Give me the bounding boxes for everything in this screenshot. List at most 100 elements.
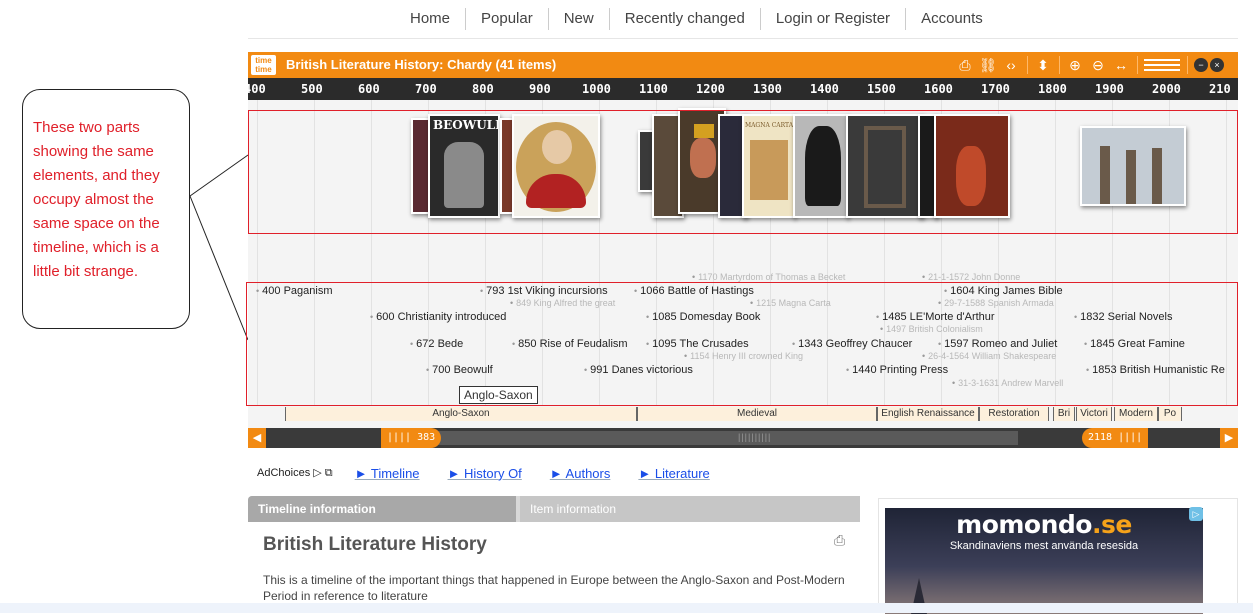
era-victorian[interactable]: Victori — [1076, 407, 1112, 421]
timeline-event[interactable]: • 31-3-1631 Andrew Marvell — [952, 378, 1063, 388]
nav-login-register[interactable]: Login or Register — [761, 8, 907, 30]
scroll-left-icon[interactable]: ◀ — [248, 428, 266, 448]
era-bri[interactable]: Bri — [1053, 407, 1075, 421]
timeline-event[interactable]: • 29-7-1588 Spanish Armada — [938, 298, 1054, 308]
timeline-event[interactable]: • 850 Rise of Feudalism — [512, 338, 628, 350]
year-tick: 800 — [472, 82, 494, 96]
timeline-event[interactable]: • 700 Beowulf — [426, 364, 493, 376]
timeline-heading: British Literature History — [263, 534, 487, 555]
close-icon[interactable]: × — [1210, 58, 1224, 72]
timeline-header: time time British Literature History: Cha… — [248, 52, 1238, 78]
timeline-event[interactable]: • 1095 The Crusades — [646, 338, 749, 350]
year-tick: 1000 — [582, 82, 611, 96]
timeline-event[interactable]: • 793 1st Viking incursions — [480, 285, 608, 297]
era-anglo-saxon[interactable]: Anglo-Saxon — [285, 407, 637, 421]
era-medieval[interactable]: Medieval — [637, 407, 877, 421]
timeline-event[interactable]: • 400 Paganism — [256, 285, 332, 297]
scroll-right-icon[interactable]: ▶ — [1220, 428, 1238, 448]
year-tick: 1700 — [981, 82, 1010, 96]
timeline-event[interactable]: • 1853 British Humanistic Re — [1086, 364, 1225, 376]
navigator-start-handle[interactable]: |||| 383 — [381, 428, 442, 448]
expand-vertical-icon[interactable]: ⬍ — [1034, 57, 1052, 74]
navigator-track[interactable]: |||||||||| — [438, 431, 1018, 445]
link-authors[interactable]: ► Authors — [550, 466, 611, 481]
nav-recently-changed[interactable]: Recently changed — [610, 8, 761, 30]
print-icon[interactable]: ⎙ — [834, 532, 845, 549]
timeline-event[interactable]: • 1440 Printing Press — [846, 364, 948, 376]
link-literature[interactable]: ► Literature — [638, 466, 709, 481]
nav-home[interactable]: Home — [395, 8, 467, 30]
era-postmodern[interactable]: Po — [1158, 407, 1182, 421]
era-modern[interactable]: Modern — [1114, 407, 1158, 421]
zoom-out-icon[interactable]: ⊖ — [1089, 57, 1107, 74]
statue — [1126, 150, 1136, 204]
nav-popular[interactable]: Popular — [466, 8, 549, 30]
timeline-event[interactable]: • 1497 British Colonialism — [880, 324, 983, 334]
timeline-title: British Literature History: Chardy (41 i… — [286, 57, 557, 72]
timeline-navigator[interactable]: ◀ |||||||||| |||| 383 2118 |||| ▶ — [248, 428, 1238, 448]
year-tick: 900 — [529, 82, 551, 96]
timeline-event[interactable]: • 1343 Geoffrey Chaucer — [792, 338, 912, 350]
year-scale[interactable]: 400 500 600 700 800 900 1000 1100 1200 1… — [248, 78, 1238, 100]
timeline-event[interactable]: • 849 King Alfred the great — [510, 298, 615, 308]
timeline-event[interactable]: • 1170 Martyrdom of Thomas a Becket — [692, 272, 845, 282]
king-alfred-thumbnail[interactable] — [512, 114, 600, 218]
timeline-event[interactable]: • 672 Bede — [410, 338, 463, 350]
year-tick: 1200 — [696, 82, 725, 96]
gridline — [257, 100, 258, 406]
beowulf-thumbnail[interactable]: BEOWULF — [428, 114, 504, 218]
era-tooltip: Anglo-Saxon — [459, 386, 538, 404]
timeline-body[interactable]: BEOWULF MAGNA CARTA • 400 Paganism • 793… — [248, 100, 1238, 406]
advertisement[interactable]: momondo.se Skandinaviens mest använda re… — [878, 498, 1238, 614]
famine-memorial-thumbnail[interactable] — [1080, 126, 1186, 206]
timeline-event[interactable]: • 1845 Great Famine — [1084, 338, 1185, 350]
tab-timeline-information[interactable]: Timeline information — [248, 496, 516, 522]
year-tick: 2000 — [1152, 82, 1181, 96]
magna-carta-thumbnail[interactable]: MAGNA CARTA — [742, 114, 796, 218]
ad-banner[interactable]: momondo.se Skandinaviens mest använda re… — [885, 508, 1203, 614]
minimize-icon[interactable]: − — [1194, 58, 1208, 72]
timeline-event[interactable]: • 1485 LE'Morte d'Arthur — [876, 311, 995, 323]
timeline-event[interactable]: • 600 Christianity introduced — [370, 311, 506, 323]
era-english-renaissance[interactable]: English Renaissance — [877, 407, 979, 421]
navigator-end-handle[interactable]: 2118 |||| — [1082, 428, 1149, 448]
romeo-juliet-thumbnail[interactable] — [934, 114, 1010, 218]
toolbar-separator — [1059, 56, 1060, 74]
printing-press-thumbnail[interactable] — [846, 114, 924, 218]
link-icon[interactable]: ⛓ — [979, 57, 997, 74]
zoom-in-icon[interactable]: ⊕ — [1066, 57, 1084, 74]
timeline-event[interactable]: • 1832 Serial Novels — [1074, 311, 1173, 323]
era-restoration[interactable]: Restoration — [979, 407, 1049, 421]
view-mode-lines-icon[interactable] — [1144, 59, 1180, 71]
tab-item-information[interactable]: Item information — [520, 496, 860, 522]
nav-accounts[interactable]: Accounts — [906, 8, 998, 30]
link-timeline[interactable]: ► Timeline — [355, 466, 420, 481]
print-icon[interactable]: ⎙ — [956, 57, 974, 74]
era-band[interactable]: Anglo-Saxon Medieval English Renaissance… — [248, 406, 1238, 422]
timeline-event[interactable]: • 991 Danes victorious — [584, 364, 693, 376]
toolbar-separator — [1187, 56, 1188, 74]
timeline-event[interactable]: • 21-1-1572 John Donne — [922, 272, 1020, 282]
year-tick: 1900 — [1095, 82, 1124, 96]
timeline-widget[interactable]: time time British Literature History: Cha… — [248, 52, 1238, 448]
fit-width-icon[interactable]: ↔ — [1112, 57, 1130, 73]
timeline-event[interactable]: • 1085 Domesday Book — [646, 311, 760, 323]
chaucer-portrait-thumbnail[interactable] — [793, 114, 849, 218]
timetime-logo: time time — [251, 55, 276, 75]
timeline-event[interactable]: • 1066 Battle of Hastings — [634, 285, 754, 297]
nav-new[interactable]: New — [549, 8, 610, 30]
timeline-event[interactable]: • 1604 King James Bible — [944, 285, 1063, 297]
timeline-event[interactable]: • 1215 Magna Carta — [750, 298, 831, 308]
embed-icon[interactable]: ‹› — [1002, 57, 1020, 73]
year-tick: 700 — [415, 82, 437, 96]
year-tick: 1800 — [1038, 82, 1067, 96]
year-tick: 600 — [358, 82, 380, 96]
link-history-of[interactable]: ► History Of — [448, 466, 522, 481]
annotation-callout: These two parts showing the same element… — [22, 89, 190, 329]
timeline-event[interactable]: • 1154 Henry III crowned King — [684, 351, 803, 361]
timeline-event[interactable]: • 26-4-1564 William Shakespeare — [922, 351, 1056, 361]
info-panel: Timeline information Item information ⎙ … — [248, 496, 860, 613]
timeline-event[interactable]: • 1597 Romeo and Juliet — [938, 338, 1057, 350]
adchoices-icon[interactable]: ▷ — [1189, 507, 1203, 521]
adchoices-link[interactable]: AdChoices ▷ ⧉ — [257, 466, 333, 480]
